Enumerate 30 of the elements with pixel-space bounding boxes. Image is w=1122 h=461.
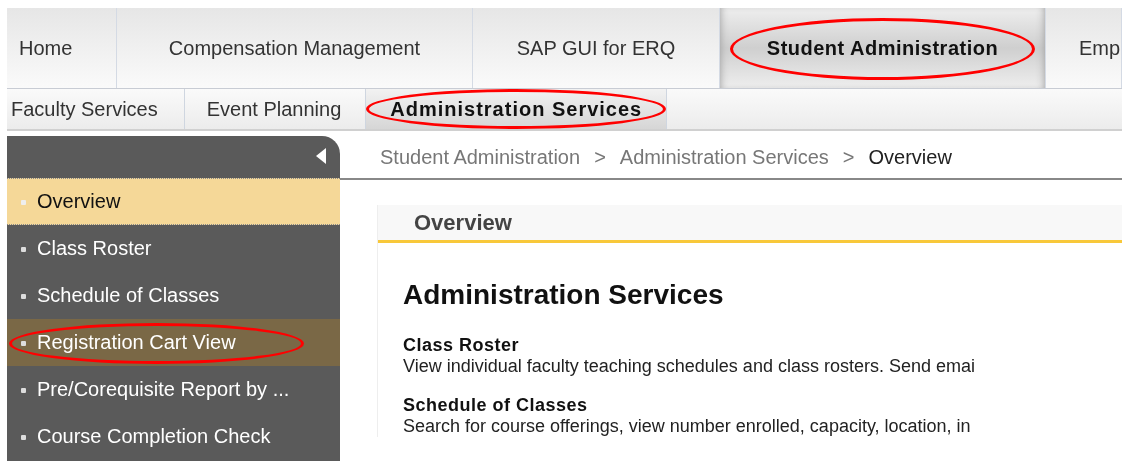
sidebar-item[interactable]: Schedule of Classes [7, 272, 340, 319]
nav-tab[interactable]: Compensation Management [117, 8, 473, 88]
sidebar-item[interactable]: Course Completion Check [7, 413, 340, 460]
card-title: Overview [414, 210, 512, 236]
bullet-icon [21, 340, 26, 346]
breadcrumb-link[interactable]: Student Administration [380, 145, 581, 169]
page-heading: Administration Services [403, 279, 725, 311]
section-title: Class Roster [403, 335, 521, 356]
nav-tab[interactable]: SAP GUI for ERQ [473, 8, 720, 88]
sub-tab[interactable]: Administration Services [366, 89, 668, 129]
breadcrumb-separator: > [594, 145, 606, 169]
bullet-icon [21, 434, 26, 440]
nav-tab[interactable]: Emp [1046, 8, 1122, 88]
sidebar-item[interactable]: Overview [7, 178, 340, 225]
sidebar-item[interactable]: Registration Cart View [7, 319, 340, 366]
section-description: View individual faculty teaching schedules and class rosters. Send emai [403, 356, 976, 377]
breadcrumb-separator: > [842, 145, 855, 169]
section-description: Search for course offerings, view number enrolled, capacity, location, in [403, 416, 972, 437]
sidebar-item[interactable]: Class Roster [7, 225, 340, 272]
bullet-icon [21, 293, 26, 299]
breadcrumb-link[interactable]: Administration Services [619, 145, 829, 169]
collapse-icon[interactable] [316, 148, 326, 164]
bullet-icon [21, 387, 26, 393]
sub-tab[interactable]: Faculty Services [7, 89, 185, 129]
bullet-icon [21, 199, 26, 205]
nav-tab[interactable]: Home [7, 8, 117, 88]
sidebar-item[interactable]: Pre/Corequisite Report by ... [7, 366, 340, 413]
section-title: Schedule of Classes [403, 395, 589, 416]
bullet-icon [21, 246, 26, 252]
nav-tab[interactable]: Student Administration [720, 8, 1046, 88]
